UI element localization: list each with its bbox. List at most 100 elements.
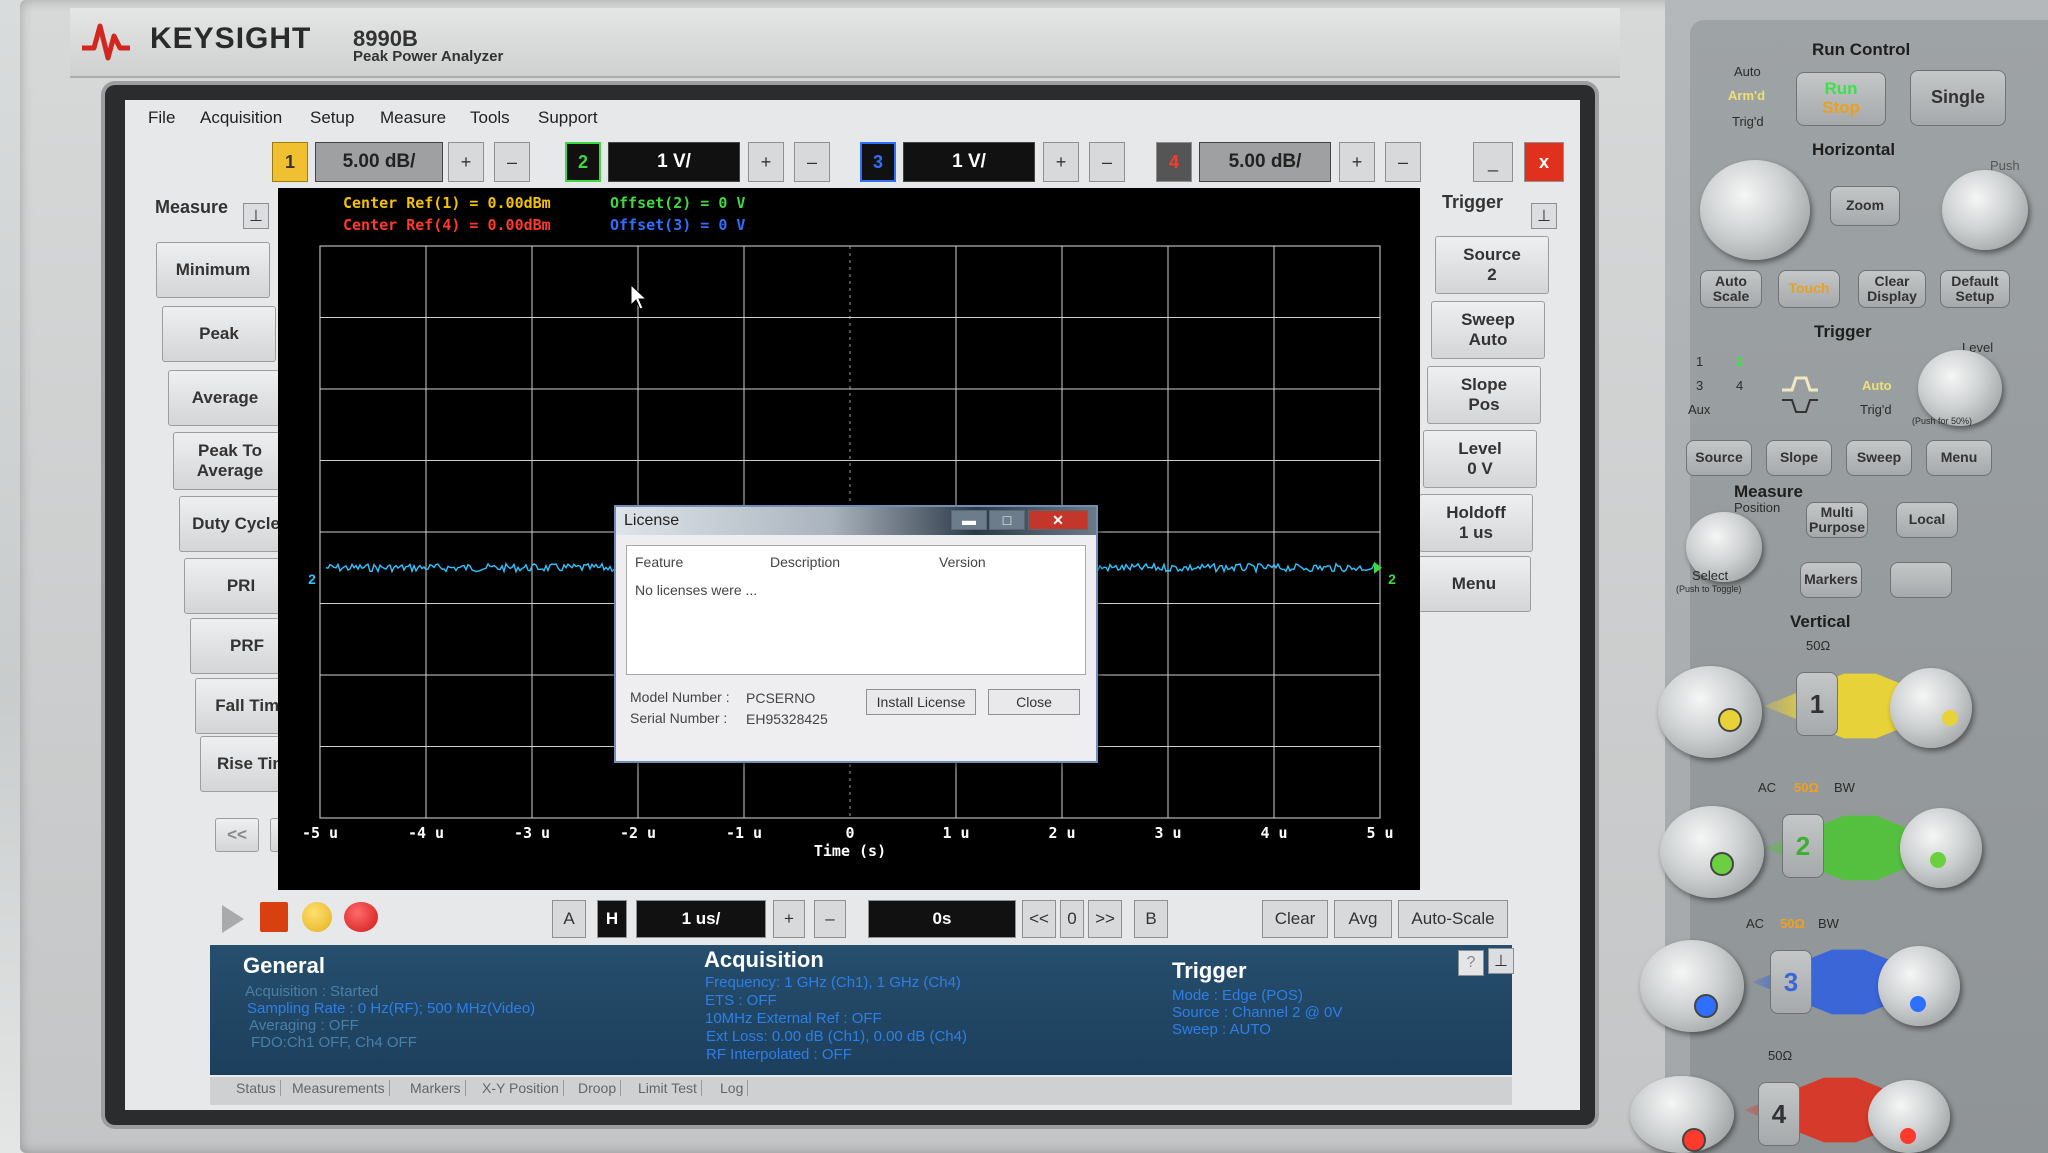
channel-3-increase-button[interactable]: + [1043, 142, 1079, 182]
local-button[interactable]: Local [1896, 502, 1958, 538]
ch1-scale-knob[interactable] [1658, 666, 1762, 758]
trigger-holdoff-button[interactable]: Holdoff 1 us [1419, 494, 1533, 552]
delay-prev-button[interactable]: << [1022, 900, 1056, 938]
trigger-slope-button[interactable]: Slope Pos [1427, 366, 1541, 424]
menu-support[interactable]: Support [538, 108, 598, 128]
channel-4-button[interactable]: 4 [1156, 142, 1192, 182]
license-dialog-titlebar[interactable]: License ▬ □ ✕ [616, 507, 1096, 535]
single-icon[interactable] [302, 902, 332, 932]
trig-menu-hw-button[interactable]: Menu [1926, 440, 1992, 476]
horizontal-position-knob[interactable] [1942, 170, 2028, 250]
trigger-sweep-button[interactable]: Sweep Auto [1431, 301, 1545, 359]
clear-display-button[interactable]: Clear Display [1858, 270, 1926, 308]
ch3-offset-knob[interactable] [1878, 946, 1960, 1026]
ch1-offset-knob[interactable] [1890, 668, 1972, 748]
channel-3-decrease-button[interactable]: – [1089, 142, 1125, 182]
record-icon[interactable] [344, 902, 378, 932]
stop-icon[interactable] [260, 902, 288, 932]
zoom-button[interactable]: Zoom [1830, 186, 1900, 226]
delay-next-button[interactable]: >> [1088, 900, 1122, 938]
tab-droop[interactable]: Droop [574, 1080, 622, 1096]
channel-3-scale[interactable]: 1 V/ [903, 142, 1035, 182]
timebase-value[interactable]: 1 us/ [636, 900, 766, 938]
channel-2-increase-button[interactable]: + [748, 142, 784, 182]
info-pin-icon[interactable]: ⊥ [1488, 948, 1514, 974]
channel-2-scale[interactable]: 1 V/ [608, 142, 740, 182]
channel-2-decrease-button[interactable]: – [794, 142, 830, 182]
install-license-button[interactable]: Install License [866, 689, 976, 715]
channel-2-button[interactable]: 2 [565, 142, 601, 182]
channel-1-decrease-button[interactable]: – [494, 142, 530, 182]
menu-acquisition[interactable]: Acquisition [200, 108, 282, 128]
timebase-decrease-button[interactable]: – [814, 900, 846, 938]
horizontal-h-button[interactable]: H [597, 900, 627, 938]
auto-scale-hw-button[interactable]: Auto Scale [1700, 270, 1762, 308]
measure-peak-to-average-button[interactable]: Peak To Average [173, 432, 287, 490]
trig-sweep-hw-button[interactable]: Sweep [1846, 440, 1912, 476]
channel-1-increase-button[interactable]: + [448, 142, 484, 182]
menu-measure[interactable]: Measure [380, 108, 446, 128]
measure-duty-cycle-button[interactable]: Duty Cycle [179, 496, 293, 552]
close-app-button[interactable]: x [1524, 142, 1564, 182]
help-button[interactable]: ? [1458, 950, 1484, 976]
horizontal-scale-knob[interactable] [1700, 160, 1810, 260]
ch2-button[interactable]: 2 [1782, 814, 1824, 878]
tab-status[interactable]: Status [232, 1080, 281, 1096]
ch2-offset-knob[interactable] [1900, 808, 1982, 888]
dialog-close-icon[interactable]: ✕ [1028, 510, 1088, 530]
menu-tools[interactable]: Tools [470, 108, 510, 128]
ch2-scale-knob[interactable] [1660, 806, 1764, 898]
trig-slope-hw-button[interactable]: Slope [1766, 440, 1832, 476]
multi-purpose-button[interactable]: Multi Purpose [1806, 502, 1868, 538]
markers-hw-button[interactable]: Markers [1800, 562, 1862, 598]
tab-measurements[interactable]: Measurements [288, 1080, 390, 1096]
tab-markers[interactable]: Markers [406, 1080, 466, 1096]
single-button[interactable]: Single [1910, 70, 2006, 126]
measure-average-button[interactable]: Average [168, 370, 282, 426]
channel-4-scale[interactable]: 5.00 dB/ [1199, 142, 1331, 182]
marker-b-button[interactable]: B [1134, 900, 1168, 938]
column-version[interactable]: Version [939, 554, 986, 570]
measure-minimum-button[interactable]: Minimum [156, 242, 270, 298]
tab-log[interactable]: Log [716, 1080, 749, 1096]
measure-prev-button[interactable]: << [215, 818, 259, 852]
menu-setup[interactable]: Setup [310, 108, 354, 128]
minimize-button[interactable]: _ [1473, 142, 1513, 182]
channel-4-decrease-button[interactable]: – [1385, 142, 1421, 182]
trigger-source-button[interactable]: Source 2 [1435, 236, 1549, 294]
run-stop-button[interactable]: Run Stop [1796, 72, 1886, 126]
trigger-pin-icon[interactable]: ⊥ [1531, 203, 1557, 229]
measure-peak-button[interactable]: Peak [162, 306, 276, 362]
delay-value[interactable]: 0s [868, 900, 1016, 938]
marker-a-button[interactable]: A [552, 900, 586, 938]
blank-hw-button[interactable] [1890, 562, 1952, 598]
dialog-maximize-icon[interactable]: □ [989, 510, 1025, 530]
channel-3-button[interactable]: 3 [860, 142, 896, 182]
clear-button[interactable]: Clear [1262, 900, 1328, 938]
ch3-button[interactable]: 3 [1770, 950, 1812, 1014]
dialog-minimize-icon[interactable]: ▬ [951, 510, 987, 530]
menu-file[interactable]: File [148, 108, 175, 128]
license-close-button[interactable]: Close [988, 689, 1080, 715]
trigger-menu-button[interactable]: Menu [1417, 556, 1531, 612]
delay-zero-button[interactable]: 0 [1060, 900, 1084, 938]
tab-xy-position[interactable]: X-Y Position [478, 1080, 564, 1096]
ch1-button[interactable]: 1 [1796, 672, 1838, 736]
timebase-increase-button[interactable]: + [773, 900, 805, 938]
trig-source-hw-button[interactable]: Source [1686, 440, 1752, 476]
play-icon[interactable] [218, 903, 246, 935]
auto-scale-button[interactable]: Auto-Scale [1398, 900, 1508, 938]
channel-1-scale[interactable]: 5.00 dB/ [315, 142, 443, 182]
touch-button[interactable]: Touch [1778, 270, 1840, 308]
ch3-scale-knob[interactable] [1640, 940, 1744, 1032]
trigger-level-knob[interactable] [1918, 350, 2002, 426]
column-description[interactable]: Description [770, 554, 840, 570]
ch4-button[interactable]: 4 [1758, 1082, 1800, 1146]
tab-limit-test[interactable]: Limit Test [634, 1080, 702, 1096]
license-list[interactable]: Feature Description Version No licenses … [626, 545, 1086, 675]
column-feature[interactable]: Feature [635, 554, 683, 570]
channel-4-increase-button[interactable]: + [1339, 142, 1375, 182]
trigger-level-button[interactable]: Level 0 V [1423, 430, 1537, 488]
default-setup-button[interactable]: Default Setup [1940, 270, 2010, 308]
measure-pin-icon[interactable]: ⊥ [243, 203, 269, 229]
